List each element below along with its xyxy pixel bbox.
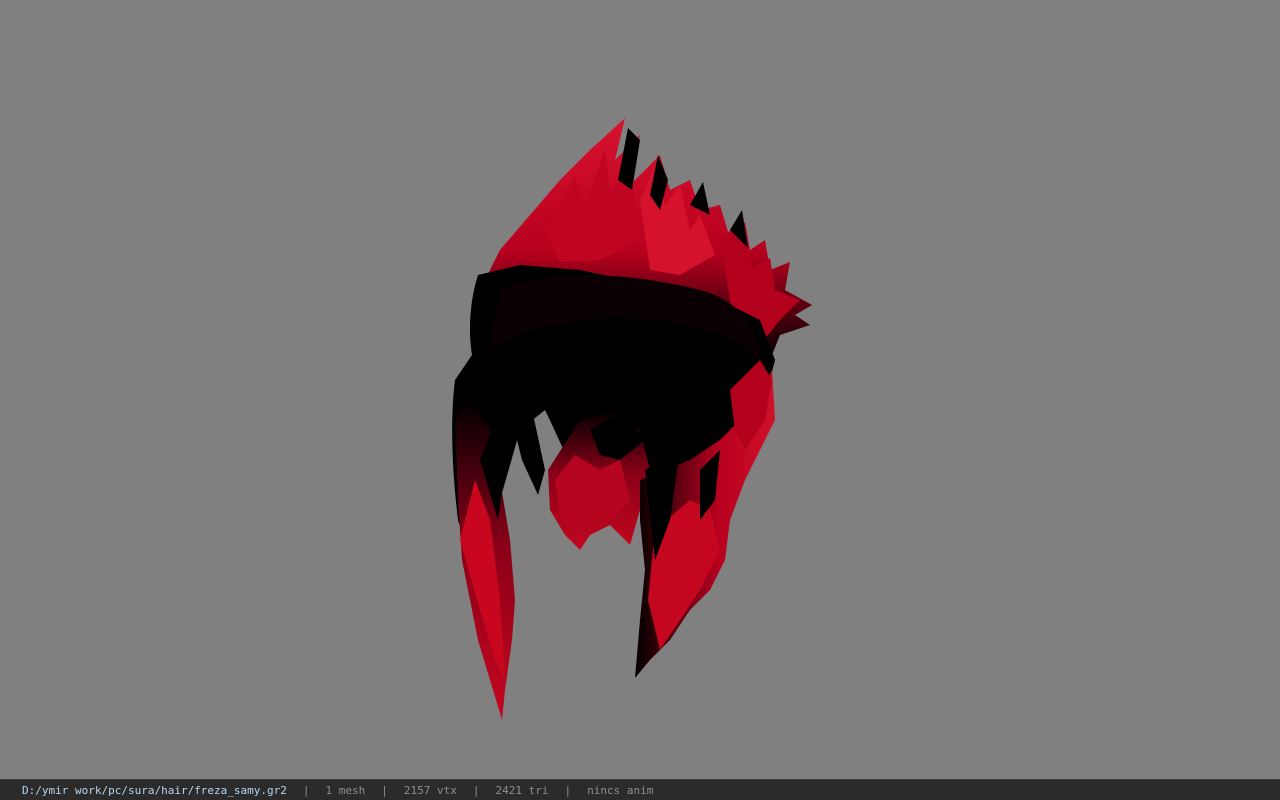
anim-status: nincs anim	[587, 783, 654, 797]
status-separator: |	[564, 783, 572, 797]
status-separator: |	[381, 783, 388, 797]
status-bar: D:/ymir work/pc/sura/hair/freza_samy.gr2…	[0, 779, 1280, 800]
status-separator: |	[472, 783, 480, 797]
file-path: D:/ymir work/pc/sura/hair/freza_samy.gr2	[22, 783, 287, 797]
triangle-count: 2421 tri	[495, 783, 549, 797]
status-separator: |	[302, 783, 310, 797]
vertex-count: 2157 vtx	[403, 783, 457, 797]
hair-model[interactable]	[0, 0, 1280, 779]
3d-viewport[interactable]	[0, 0, 1280, 779]
hair-left-strands	[455, 400, 545, 720]
mesh-count: 1 mesh	[325, 783, 366, 797]
